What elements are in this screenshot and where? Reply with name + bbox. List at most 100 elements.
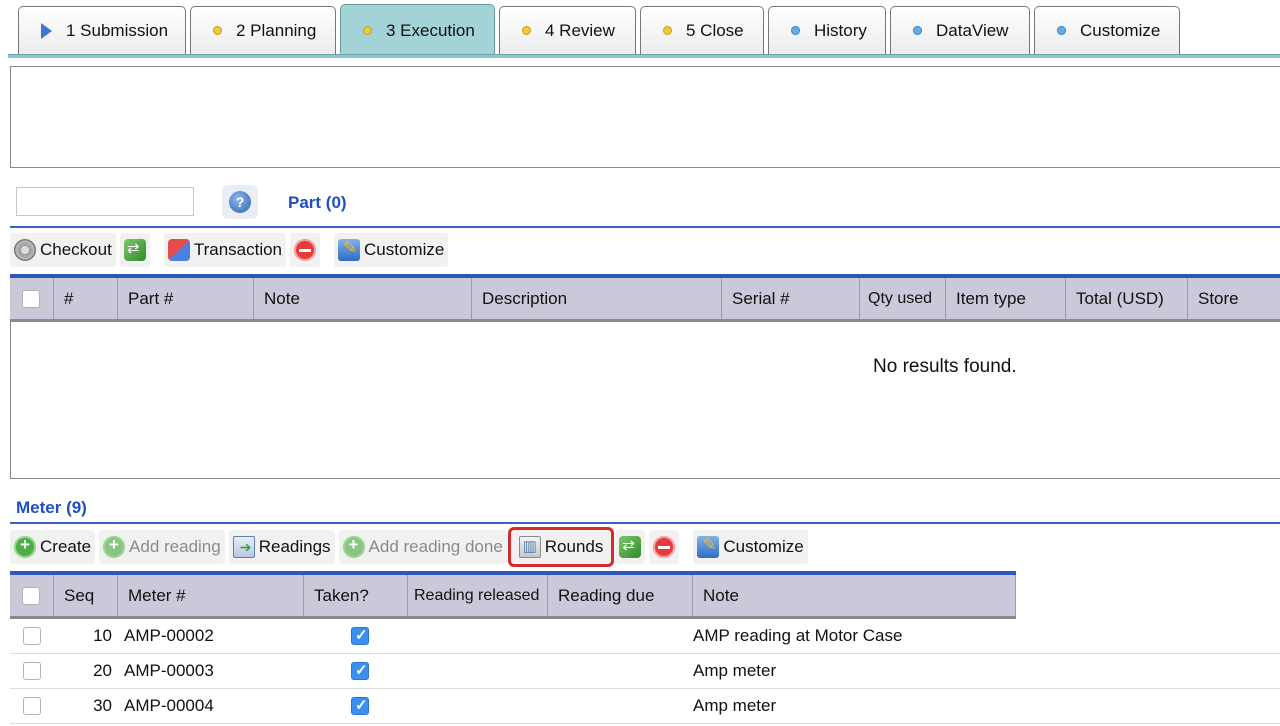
part-grid-header: # Part # Note Description Serial # Qty u… (10, 274, 1280, 322)
empty-message: No results found. (873, 356, 1017, 377)
tab-label: 2 Planning (236, 20, 317, 40)
note-cell: Amp meter (693, 661, 777, 680)
column-header[interactable]: Taken? (304, 575, 408, 616)
rounds-label: Rounds (544, 537, 604, 556)
readings-label: Readings (258, 537, 331, 556)
row-checkbox[interactable] (23, 627, 41, 645)
select-all-cell (10, 278, 54, 319)
column-header[interactable]: # (54, 278, 118, 319)
tab-history[interactable]: History (768, 6, 886, 54)
column-header[interactable]: Part # (118, 278, 254, 319)
yellow-dot-icon (522, 26, 531, 35)
column-header[interactable]: Seq (54, 575, 118, 616)
tab-label: 1 Submission (66, 20, 169, 40)
select-all-checkbox[interactable] (22, 289, 40, 308)
select-all-cell (10, 575, 54, 616)
tab-dataview[interactable]: DataView (890, 6, 1030, 54)
rounds-button[interactable]: Rounds (507, 527, 615, 567)
part-section-title: Part (0) (288, 193, 347, 212)
meter-grid-header: Seq Meter # Taken? Reading released Read… (10, 571, 1016, 619)
refresh-button[interactable] (615, 530, 646, 564)
column-header[interactable]: Note (693, 575, 1016, 616)
column-header[interactable]: Meter # (118, 575, 304, 616)
column-header[interactable]: Item type (946, 278, 1066, 319)
table-row[interactable]: 20 AMP-00003 Amp meter (10, 654, 1280, 689)
customize-icon (338, 238, 361, 261)
meter-section-title: Meter (9) (16, 498, 87, 517)
row-checkbox[interactable] (23, 662, 41, 680)
tab-label: DataView (936, 20, 1009, 40)
tab-underline (8, 54, 1280, 58)
tab-label: 3 Execution (386, 20, 475, 40)
column-header[interactable]: Reading released (408, 575, 548, 616)
table-row[interactable]: 30 AMP-00004 Amp meter (10, 689, 1280, 724)
meter-divider (10, 522, 1280, 524)
meter-cell: AMP-00004 (124, 696, 214, 715)
help-icon: ? (229, 191, 251, 213)
tab-execution[interactable]: 3 Execution (340, 4, 495, 56)
help-button[interactable]: ? (222, 185, 258, 219)
note-cell: Amp meter (693, 696, 777, 715)
customize-button[interactable]: Customize (334, 233, 449, 267)
remove-button[interactable] (649, 530, 680, 564)
column-header[interactable]: Store (1188, 278, 1270, 319)
column-header[interactable]: Note (254, 278, 472, 319)
remove-button[interactable] (290, 233, 321, 267)
taken-checkbox[interactable] (351, 626, 369, 645)
add-reading-done-button[interactable]: Add reading done (338, 530, 507, 564)
column-header[interactable]: Serial # (722, 278, 860, 319)
remove-icon (653, 536, 676, 558)
create-button[interactable]: Create (10, 530, 96, 564)
customize-label: Customize (364, 240, 445, 259)
notes-panel[interactable] (10, 66, 1280, 168)
tab-label: History (814, 20, 867, 40)
readings-icon (232, 536, 255, 558)
refresh-icon (123, 239, 146, 261)
rounds-icon (518, 536, 541, 558)
tab-label: Customize (1080, 20, 1161, 40)
tab-review[interactable]: 4 Review (499, 6, 636, 54)
tab-bar: 1 Submission 2 Planning 3 Execution 4 Re… (0, 0, 1280, 58)
taken-checkbox[interactable] (351, 661, 369, 680)
taken-checkbox[interactable] (351, 696, 369, 715)
boxes-icon (167, 239, 190, 261)
tab-customize[interactable]: Customize (1034, 6, 1180, 54)
meter-cell: AMP-00002 (124, 626, 214, 645)
part-grid-body: No results found. (10, 322, 1280, 479)
add-reading-button[interactable]: Add reading (99, 530, 225, 564)
meter-toolbar: Create Add reading Readings Add reading … (10, 527, 812, 567)
column-header[interactable]: Qty used (860, 278, 946, 319)
refresh-button[interactable] (119, 233, 150, 267)
select-all-checkbox[interactable] (22, 586, 40, 605)
column-header[interactable]: Reading due (548, 575, 693, 616)
create-label: Create (40, 537, 92, 556)
part-divider (10, 226, 1280, 228)
blue-dot-icon (1057, 26, 1066, 35)
table-row[interactable]: 10 AMP-00002 AMP reading at Motor Case (10, 619, 1280, 654)
checkout-button[interactable]: Checkout (10, 233, 116, 267)
add-reading-done-label: Add reading done (368, 537, 503, 556)
column-header[interactable]: Description (472, 278, 722, 319)
plus-icon (342, 535, 365, 558)
gear-icon (14, 239, 36, 261)
readings-button[interactable]: Readings (228, 530, 335, 564)
checkout-label: Checkout (40, 240, 112, 259)
add-reading-label: Add reading (129, 537, 221, 556)
triangle-right-icon (41, 22, 52, 39)
part-search-input[interactable] (16, 187, 194, 216)
plus-icon (103, 535, 126, 558)
customize-label: Customize (723, 537, 804, 556)
seq-cell: 10 (93, 626, 112, 645)
tab-label: 4 Review (545, 20, 615, 40)
row-checkbox[interactable] (23, 697, 41, 715)
tab-submission[interactable]: 1 Submission (18, 6, 186, 54)
transaction-button[interactable]: Transaction (163, 233, 287, 267)
column-header[interactable]: Total (USD) (1066, 278, 1188, 319)
customize-button[interactable]: Customize (693, 530, 808, 564)
seq-cell: 30 (93, 696, 112, 715)
meter-cell: AMP-00003 (124, 661, 214, 680)
tab-planning[interactable]: 2 Planning (190, 6, 336, 54)
tab-close[interactable]: 5 Close (640, 6, 764, 54)
remove-icon (294, 239, 317, 261)
part-toolbar: Checkout Transaction Customize (10, 231, 452, 269)
